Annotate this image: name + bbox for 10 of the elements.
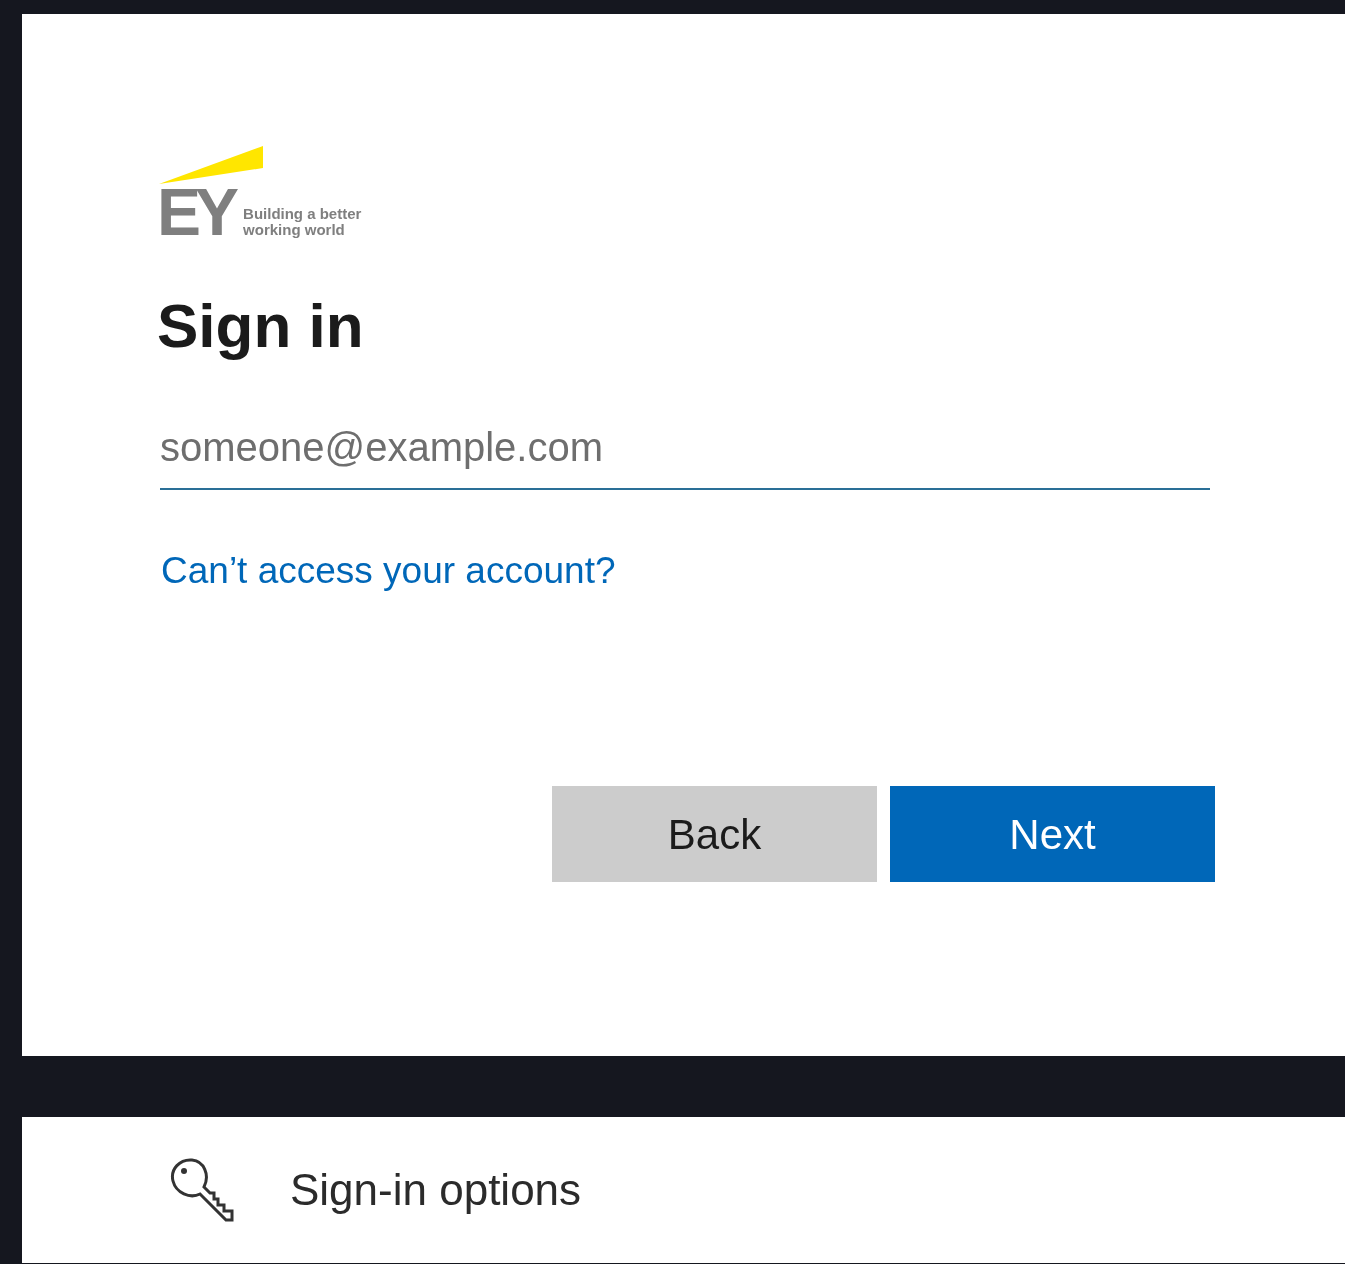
email-field[interactable]: someone@example.com [160,406,1210,490]
back-button[interactable]: Back [552,786,877,882]
logo-tagline: Building a better [243,206,362,222]
page-title: Sign in [157,290,365,362]
logo-mark: EY [157,184,234,240]
sign-in-options-label[interactable]: Sign-in options [290,1157,582,1223]
logo-beam-icon [159,146,263,186]
help-link[interactable]: Can’t access your account? [161,546,616,596]
logo-tagline: working world [243,222,346,238]
next-button[interactable]: Next [890,786,1215,882]
